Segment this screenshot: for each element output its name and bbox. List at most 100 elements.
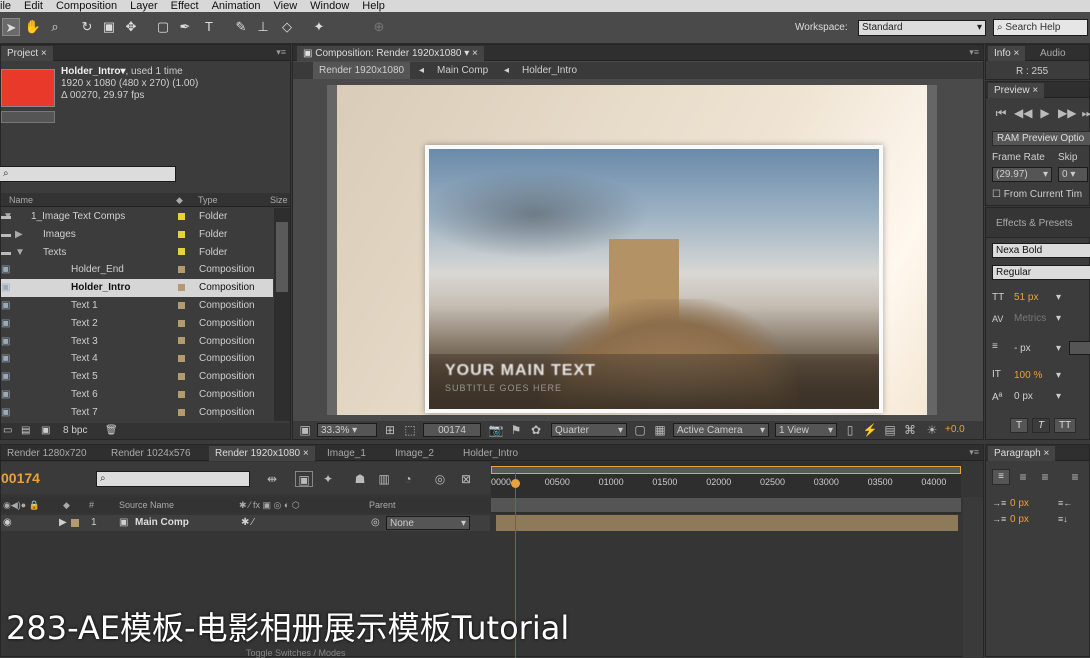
comp-viewer[interactable]: YOUR MAIN TEXT SUBTITLE GOES HERE	[327, 85, 937, 415]
tab-info[interactable]: Info ×	[988, 46, 1026, 61]
roto-brush-tool-icon[interactable]: ✦	[310, 18, 328, 36]
trash-icon[interactable]: 🗑	[105, 423, 118, 439]
chevron-down-icon[interactable]: ▾	[1056, 391, 1061, 402]
col-type[interactable]: Type	[198, 193, 218, 207]
faux-italic-button[interactable]: T	[1032, 418, 1050, 433]
label-swatch[interactable]	[178, 368, 193, 386]
menu-item-ile[interactable]: ile	[0, 0, 11, 12]
always-preview-icon[interactable]: ▣	[296, 422, 314, 438]
chevron-down-icon[interactable]: ▾	[1056, 343, 1061, 354]
layer-name[interactable]: Main Comp	[135, 515, 189, 531]
all-caps-button[interactable]: TT	[1054, 418, 1076, 433]
label-swatch[interactable]	[178, 315, 193, 333]
chevron-down-icon[interactable]: ▾	[1056, 370, 1061, 381]
timeline-search-input[interactable]: ⌕	[96, 471, 250, 487]
expand-arrow-icon[interactable]: ▶	[15, 226, 23, 244]
expand-arrow-icon[interactable]: ▼	[15, 244, 25, 262]
label-swatch[interactable]	[178, 350, 193, 368]
current-time-field[interactable]: 00174	[423, 423, 481, 437]
panel-menu-icon[interactable]: ▾≡	[969, 47, 979, 58]
axis-mode-icon[interactable]: ⊕	[370, 18, 388, 36]
label-tag-icon[interactable]: ◆	[176, 193, 183, 207]
project-item[interactable]: ▣ Text 1 Composition	[1, 297, 273, 315]
indent-first-value[interactable]: 0 px	[1010, 514, 1029, 525]
brainstorm-icon[interactable]: ⊠	[457, 471, 475, 487]
pickwhip-icon[interactable]: ◎	[371, 515, 380, 531]
label-swatch[interactable]	[178, 208, 193, 226]
font-family-select[interactable]: Nexa Bold	[992, 243, 1090, 258]
menu-item-composition[interactable]: Composition	[56, 0, 117, 12]
workspace-select[interactable]: Standard ▾	[858, 20, 986, 36]
tab-timeline-image-2[interactable]: Image_2	[389, 446, 440, 461]
new-folder-icon[interactable]: ▤	[21, 423, 30, 439]
leading-value[interactable]: - px	[1014, 343, 1031, 354]
comp-mini-flowchart-icon[interactable]: ⇹	[263, 471, 281, 487]
snapshot-icon[interactable]: 📷	[487, 422, 505, 438]
menu-item-view[interactable]: View	[274, 0, 298, 12]
live-update-icon[interactable]: ▣	[295, 471, 313, 487]
menu-item-window[interactable]: Window	[310, 0, 349, 12]
motion-blur-icon[interactable]: ◔	[399, 471, 417, 487]
flowchart-icon[interactable]: ⌘	[901, 422, 919, 438]
project-search-input[interactable]: ⌕	[0, 166, 176, 182]
pixel-aspect-icon[interactable]: ▯	[841, 422, 859, 438]
layer-duration-bar[interactable]	[496, 515, 958, 531]
tab-timeline-image-1[interactable]: Image_1	[321, 446, 372, 461]
label-swatch[interactable]	[178, 333, 193, 351]
resolution-select[interactable]: Quarter ▾	[551, 423, 627, 437]
tab-timeline-render-1024x576[interactable]: Render 1024x576	[105, 446, 197, 461]
project-item[interactable]: ▣ Holder_End Composition	[1, 261, 273, 279]
next-frame-icon[interactable]: ▶▶	[1058, 105, 1076, 121]
hide-shy-layers-icon[interactable]: ☗	[351, 471, 369, 487]
interpret-footage-icon[interactable]: ▭	[3, 423, 12, 439]
collapse-transform-icon[interactable]: ✱ ⁄	[241, 515, 254, 531]
kerning-value[interactable]: Metrics	[1014, 313, 1046, 324]
project-item[interactable]: ▣ Text 6 Composition	[1, 386, 273, 404]
project-scrollbar[interactable]	[274, 208, 290, 421]
clone-stamp-tool-icon[interactable]: ⊥	[254, 18, 272, 36]
type-tool-icon[interactable]: T	[200, 18, 218, 36]
align-center-icon[interactable]: ≡	[1014, 469, 1032, 485]
baseline-shift-value[interactable]: 0 px	[1014, 391, 1033, 402]
skip-select[interactable]: 0 ▾	[1058, 167, 1088, 182]
parent-select[interactable]: None ▾	[386, 516, 470, 530]
label-swatch[interactable]	[178, 404, 193, 421]
project-item[interactable]: ▼ ▬ 1_Image Text Comps Folder	[1, 208, 273, 226]
last-frame-icon[interactable]: ⏭	[1078, 105, 1090, 121]
chevron-down-icon[interactable]: ▾	[1056, 313, 1061, 324]
breadcrumb-item-holder-intro[interactable]: Holder_Intro	[522, 62, 577, 79]
previous-frame-icon[interactable]: ◀◀	[1014, 105, 1032, 121]
label-swatch[interactable]	[178, 244, 193, 262]
mask-visibility-icon[interactable]: ⬚	[401, 422, 419, 438]
stroke-width-field[interactable]	[1069, 341, 1090, 355]
selection-tool-icon[interactable]: ➤	[2, 18, 20, 36]
zoom-select[interactable]: 33.3% ▾	[317, 423, 377, 437]
project-item[interactable]: ▣ Holder_Intro Composition	[1, 279, 273, 298]
font-style-select[interactable]: Regular	[992, 265, 1090, 280]
first-frame-icon[interactable]: ⏮	[992, 105, 1010, 121]
show-snapshot-icon[interactable]: ⚑	[507, 422, 525, 438]
vertical-scale-value[interactable]: 100 %	[1014, 370, 1042, 381]
ram-preview-options-button[interactable]: RAM Preview Optio	[992, 131, 1090, 146]
label-swatch[interactable]	[178, 226, 193, 244]
font-size-value[interactable]: 51 px	[1014, 292, 1038, 303]
project-item[interactable]: ▣ Text 5 Composition	[1, 368, 273, 386]
timeline-scrollbar[interactable]	[963, 497, 983, 657]
panel-menu-icon[interactable]: ▾≡	[969, 447, 979, 458]
menu-item-edit[interactable]: Edit	[24, 0, 43, 12]
menu-item-layer[interactable]: Layer	[130, 0, 158, 12]
col-name[interactable]: Name	[9, 193, 33, 207]
view-layout-select[interactable]: 1 View ▾	[775, 423, 837, 437]
new-comp-icon[interactable]: ▣	[41, 423, 50, 439]
breadcrumb-item-main-comp[interactable]: Main Comp	[437, 62, 488, 79]
label-swatch[interactable]	[178, 279, 193, 297]
grid-icon[interactable]: ⊞	[381, 422, 399, 438]
expand-arrow-icon[interactable]: ▶	[59, 515, 67, 531]
menu-item-help[interactable]: Help	[362, 0, 385, 12]
timeline-timecode[interactable]: 00174	[1, 470, 40, 486]
col-size[interactable]: Size	[270, 193, 288, 207]
eraser-tool-icon[interactable]: ◇	[278, 18, 296, 36]
from-current-time-checkbox[interactable]: ☐ From Current Tim	[992, 189, 1082, 200]
tab-timeline-render-1280x720[interactable]: Render 1280x720	[1, 446, 93, 461]
bpc-toggle[interactable]: 8 bpc	[63, 423, 87, 439]
